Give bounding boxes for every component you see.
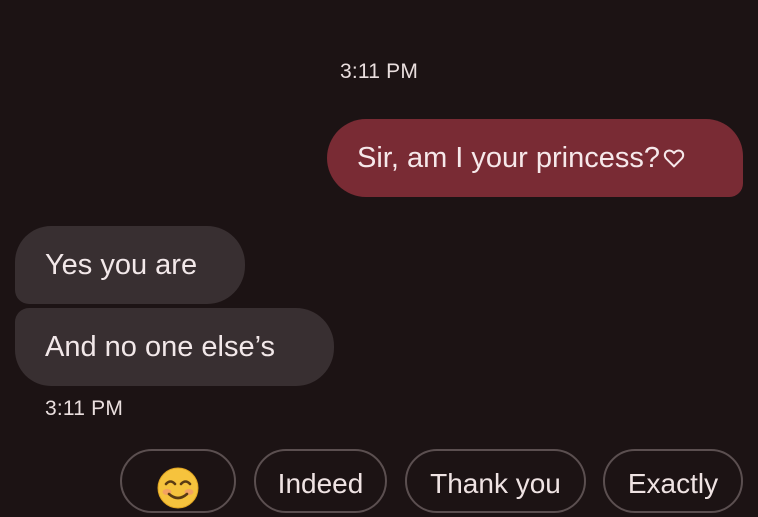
incoming-timestamp: 3:11 PM <box>45 397 124 420</box>
incoming-message-text: Yes you are <box>45 248 198 281</box>
incoming-message-bubble[interactable]: Yes you are <box>15 226 245 304</box>
smart-reply-chip[interactable]: Thank you <box>405 449 586 513</box>
smart-reply-chip[interactable]: Exactly <box>603 449 743 513</box>
heart-outline-icon <box>663 149 685 168</box>
incoming-message-text: And no one else’s <box>45 330 276 363</box>
smart-reply-emoji-chip[interactable] <box>120 449 236 513</box>
smiling-face-emoji-icon <box>157 467 199 509</box>
smart-reply-chip[interactable]: Indeed <box>254 449 387 513</box>
outgoing-message-bubble[interactable]: Sir, am I your princess? <box>327 119 743 197</box>
incoming-message-bubble[interactable]: And no one else’s <box>15 308 334 386</box>
smart-reply-bar: Indeed Thank you Exactly <box>0 449 758 513</box>
outgoing-timestamp: 3:11 PM <box>340 60 419 83</box>
outgoing-message-text: Sir, am I your princess? <box>357 141 660 174</box>
